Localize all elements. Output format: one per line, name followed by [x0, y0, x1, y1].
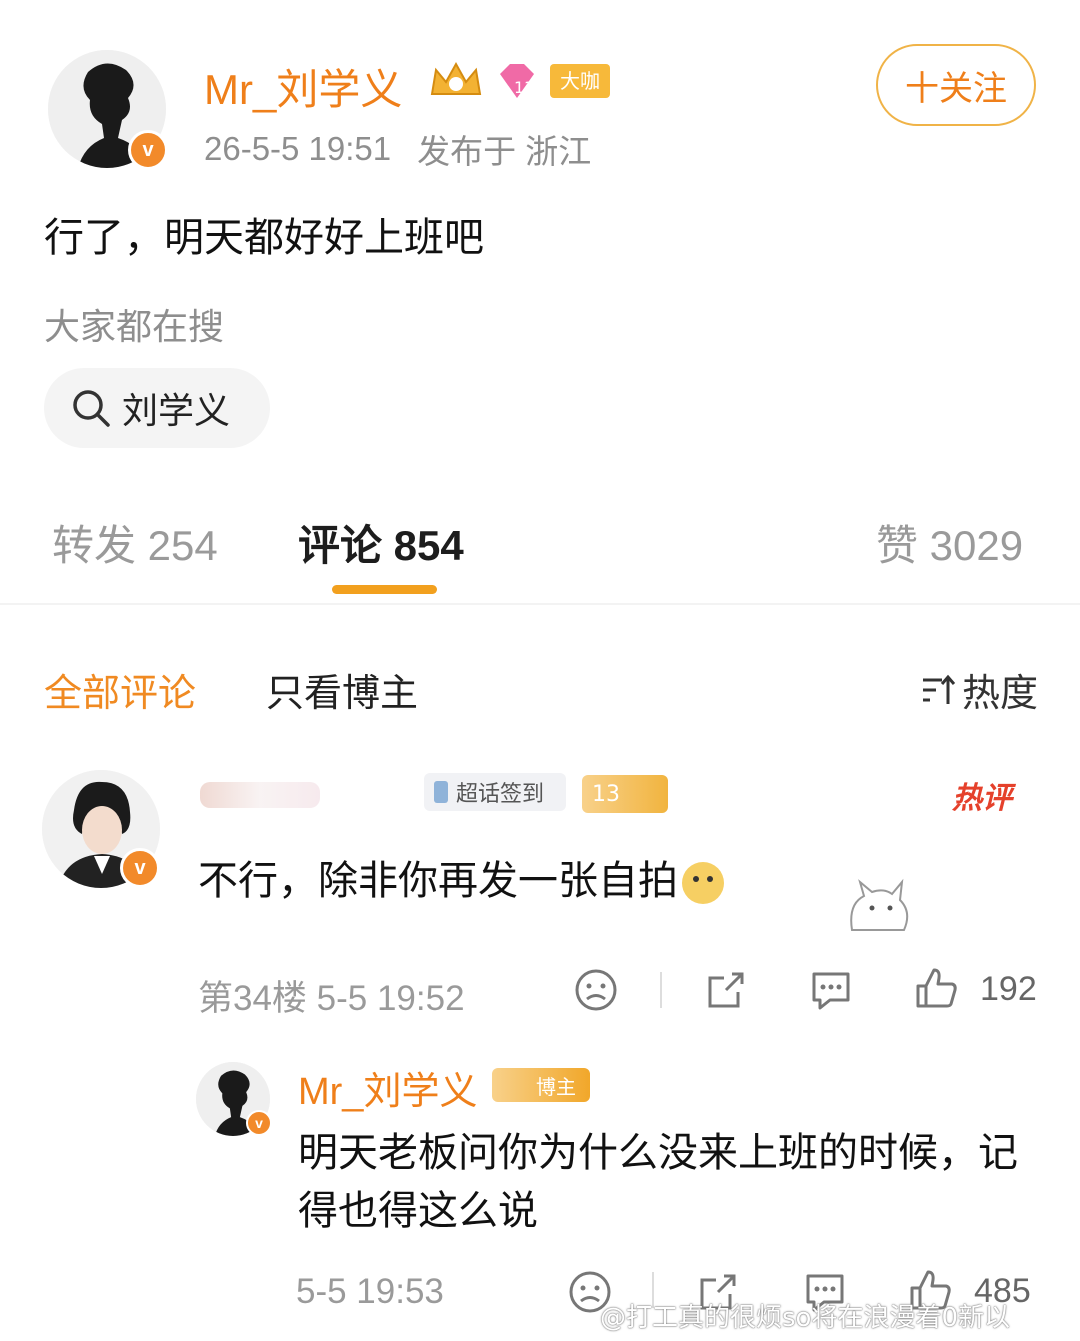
sort-icon [923, 674, 956, 704]
level-number: 13 [514, 78, 535, 97]
share-icon[interactable] [704, 968, 748, 1012]
owner-badge-label: 博主 [536, 1074, 576, 1099]
vip-badge: 大咖 [550, 64, 610, 98]
comment-text: 不行，除非你再发一张自拍 [198, 858, 678, 904]
verified-icon: v [128, 130, 168, 170]
fan-level-badge: 13 [582, 775, 668, 813]
tab-like[interactable]: 赞 3029 [876, 512, 1023, 573]
owner-badge: 博主 [492, 1068, 590, 1102]
post-location: 发布于 浙江 [417, 133, 592, 170]
dislike-face-icon[interactable] [574, 968, 618, 1012]
search-icon [73, 390, 110, 427]
doge-emoji-icon [682, 862, 724, 904]
sort-label: 热度 [962, 671, 1039, 715]
watermark: @打工真的很烦so将在浪漫着0新以 [600, 1303, 1010, 1333]
tab-comment[interactable]: 评论 854 [298, 512, 464, 573]
fan-level-number: 13 [592, 781, 620, 807]
comment-icon[interactable] [808, 968, 854, 1012]
super-topic-label: 超话签到 [456, 782, 545, 807]
post-meta: 26-5-5 19:51 发布于 浙江 [204, 125, 591, 173]
level-gem-icon: 13 [496, 60, 538, 102]
verified-icon: v [246, 1110, 272, 1136]
crown-badge-icon [428, 60, 484, 102]
reply-text: 明天老板问你为什么没来上班的时候，记得也得这么说 [298, 1130, 1018, 1234]
super-topic-icon [434, 781, 448, 803]
post-time: 26-5-5 19:51 [204, 130, 392, 167]
follow-button[interactable]: 十关注 [876, 44, 1036, 126]
filter-owner-only[interactable]: 只看博主 [266, 662, 418, 717]
commenter-name-blurred[interactable] [200, 782, 320, 808]
action-divider [660, 972, 662, 1008]
sort-button[interactable]: 热度 [920, 662, 1038, 717]
search-term: 刘学义 [122, 391, 231, 432]
tab-underline [332, 585, 437, 594]
tab-repost[interactable]: 转发 254 [52, 512, 218, 573]
verified-icon: v [120, 848, 160, 888]
comment-like-count: 192 [980, 970, 1037, 1008]
like-thumb-icon[interactable] [914, 966, 958, 1010]
cat-sticker-icon [838, 870, 918, 940]
super-topic-badge: 超话签到 [424, 773, 566, 811]
filter-all-comments[interactable]: 全部评论 [44, 662, 196, 717]
divider [0, 603, 1080, 605]
post-text: 行了，明天都好好上班吧 [44, 215, 484, 261]
comment-body: 不行，除非你再发一张自拍 [198, 848, 724, 906]
comment-floor-time: 第34楼 5-5 19:52 [198, 979, 465, 1018]
hot-comment-tag: 热评 [952, 781, 1012, 816]
search-suggestion[interactable]: 刘学义 [44, 368, 270, 448]
reply-author-name[interactable]: Mr_刘学义 [298, 1060, 477, 1115]
reply-time: 5-5 19:53 [296, 1272, 444, 1311]
search-hint: 大家都在搜 [44, 307, 225, 348]
author-name[interactable]: Mr_刘学义 [204, 56, 402, 117]
